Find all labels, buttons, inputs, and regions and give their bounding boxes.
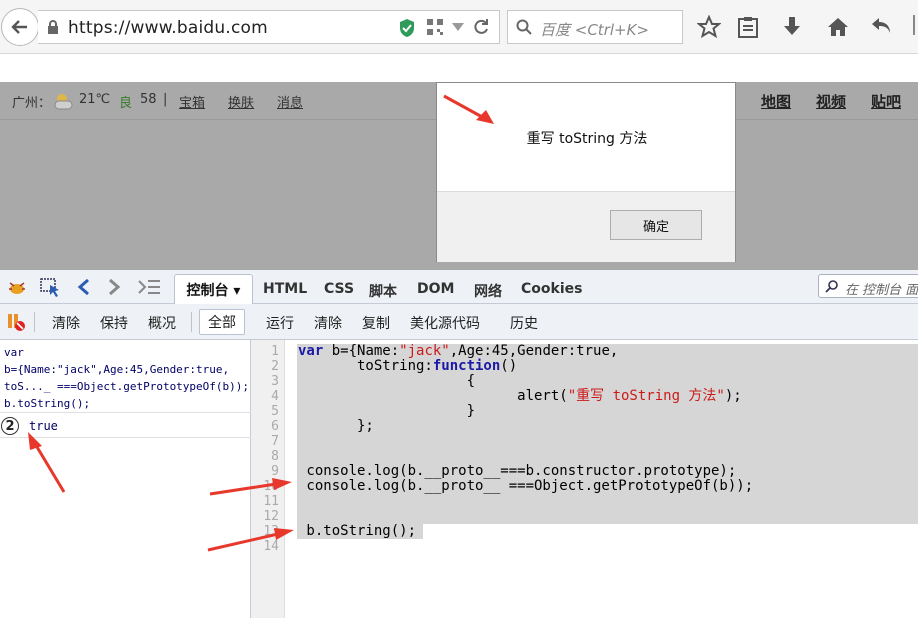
link-tieba[interactable]: 贴吧	[871, 91, 901, 112]
line-number: 8	[271, 449, 279, 464]
log-count-badge: 2	[1, 417, 19, 435]
url-text[interactable]: https://www.baidu.com	[68, 18, 268, 38]
tab-script[interactable]: 脚本	[369, 281, 397, 301]
log-code-line: var	[4, 346, 24, 359]
url-bar[interactable]: https://www.baidu.com	[38, 10, 500, 44]
nav-back-icon[interactable]	[77, 278, 91, 296]
tab-cookies[interactable]: Cookies	[521, 281, 582, 297]
break-on-errors-icon[interactable]	[6, 312, 26, 332]
line-number: 6	[271, 419, 279, 434]
persist-button[interactable]: 保持	[100, 313, 128, 333]
divider	[34, 312, 35, 332]
line-number: 2	[271, 359, 279, 374]
firebug-tab-bar: 控制台 ▾ HTML CSS 脚本 DOM 网络 Cookies 在 控制台 面	[0, 270, 918, 304]
code-line[interactable]: }	[298, 404, 475, 419]
firebug-action-bar: 清除 保持 概况 全部 运行 清除 复制 美化源代码 历史	[0, 304, 918, 340]
line-number: 4	[271, 389, 279, 404]
line-number: 5	[271, 404, 279, 419]
browser-toolbar: https://www.baidu.com 百度 <Ctrl+K>	[0, 0, 918, 54]
string-literal: "重写 toString 方法"	[567, 388, 725, 404]
firebug-search-placeholder: 在 控制台 面	[845, 283, 918, 298]
keyword: var	[298, 343, 324, 359]
lock-icon	[48, 20, 58, 34]
tab-dom[interactable]: DOM	[417, 281, 454, 297]
firebug-search-input[interactable]: 在 控制台 面	[818, 274, 918, 298]
clear-button[interactable]: 清除	[52, 313, 80, 333]
line-number: 1	[271, 344, 279, 359]
home-icon[interactable]	[826, 15, 850, 39]
code-line[interactable]: b.toString();	[298, 524, 416, 539]
code-line[interactable]: alert("重写 toString 方法");	[298, 389, 742, 404]
ok-button[interactable]: 确定	[610, 210, 702, 240]
separator: |	[163, 92, 168, 107]
code-line[interactable]: console.log(b.__proto__===b.constructor.…	[298, 464, 736, 479]
log-divider	[0, 412, 251, 413]
link-map[interactable]: 地图	[761, 91, 791, 112]
log-code-line: b={Name:"jack",Age:45,Gender:true,	[4, 363, 230, 376]
clear-editor-button[interactable]: 清除	[314, 313, 342, 333]
air-quality-value: 58	[140, 92, 157, 107]
back-button[interactable]	[1, 8, 39, 46]
search-icon	[825, 280, 838, 293]
inspect-element-icon[interactable]	[40, 278, 62, 298]
dropdown-arrow-icon[interactable]	[452, 23, 464, 31]
content-top-gap	[0, 55, 918, 82]
string-literal: "jack"	[399, 343, 450, 359]
reading-list-icon[interactable]	[737, 15, 759, 39]
log-entry-code: var b={Name:"jack",Age:45,Gender:true, toS…	[4, 344, 249, 412]
download-icon[interactable]	[781, 15, 803, 39]
code-line[interactable]: {	[298, 374, 475, 389]
code-line[interactable]: console.log(b.__proto__ ===Object.getPro…	[298, 479, 753, 494]
link-skin[interactable]: 换肤	[228, 92, 254, 111]
link-video[interactable]: 视频	[816, 91, 846, 112]
red-arrow-result	[28, 432, 66, 493]
code-line[interactable]: };	[298, 419, 374, 434]
beautify-button[interactable]: 美化源代码	[410, 313, 480, 333]
menu-edge	[913, 15, 915, 35]
keyword: function	[432, 358, 501, 374]
run-button[interactable]: 运行	[266, 313, 294, 333]
shield-check-icon	[400, 19, 414, 37]
firebug-bug-icon[interactable]	[6, 279, 28, 297]
undo-arrow-icon[interactable]	[870, 15, 892, 37]
divider	[191, 312, 192, 332]
filter-all-button[interactable]: 全部	[199, 309, 245, 335]
red-arrow-tostring	[207, 528, 294, 552]
search-bar[interactable]: 百度 <Ctrl+K>	[507, 10, 683, 44]
qr-code-icon[interactable]	[426, 18, 444, 36]
tab-html[interactable]: HTML	[263, 281, 307, 297]
temperature: 21℃	[79, 92, 111, 107]
tab-net[interactable]: 网络	[474, 281, 502, 301]
bookmark-star-icon[interactable]	[697, 15, 721, 39]
location-label: 广州：	[12, 96, 52, 111]
link-messages[interactable]: 消息	[277, 92, 303, 111]
red-arrow-console-log	[209, 478, 292, 496]
weather-partly-cloudy-icon	[54, 94, 73, 110]
nav-forward-icon[interactable]	[107, 278, 121, 296]
log-code-line: b.toString();	[4, 397, 91, 410]
profile-button[interactable]: 概况	[148, 313, 176, 333]
search-placeholder: 百度 <Ctrl+K>	[540, 21, 649, 39]
code-editor[interactable]: 1 2 3 4 5 6 7 8 9 10 11 12 13 14 var b={Name:"jack",A…	[251, 340, 918, 618]
code-line[interactable]: var b={Name:"jack",Age:45,Gender:true,	[298, 344, 618, 359]
log-code-line: toS..._ ===Object.getPrototypeOf(b));	[4, 380, 250, 393]
reload-icon[interactable]	[472, 18, 490, 36]
code-line[interactable]: toString:function()	[298, 359, 517, 374]
back-arrow-icon	[11, 20, 27, 34]
tab-console[interactable]: 控制台 ▾	[174, 274, 253, 304]
command-line-icon[interactable]	[138, 278, 162, 296]
line-number: 7	[271, 434, 279, 449]
history-button[interactable]: 历史	[510, 313, 538, 333]
line-number: 3	[271, 374, 279, 389]
link-treasure[interactable]: 宝箱	[179, 92, 205, 111]
copy-button[interactable]: 复制	[362, 313, 390, 333]
tab-css[interactable]: CSS	[324, 281, 354, 297]
alert-footer: 确定	[437, 191, 735, 262]
air-quality-label: 良	[119, 96, 133, 111]
red-arrow-alert	[443, 94, 494, 124]
line-number: 12	[263, 509, 279, 524]
search-icon	[516, 19, 532, 35]
